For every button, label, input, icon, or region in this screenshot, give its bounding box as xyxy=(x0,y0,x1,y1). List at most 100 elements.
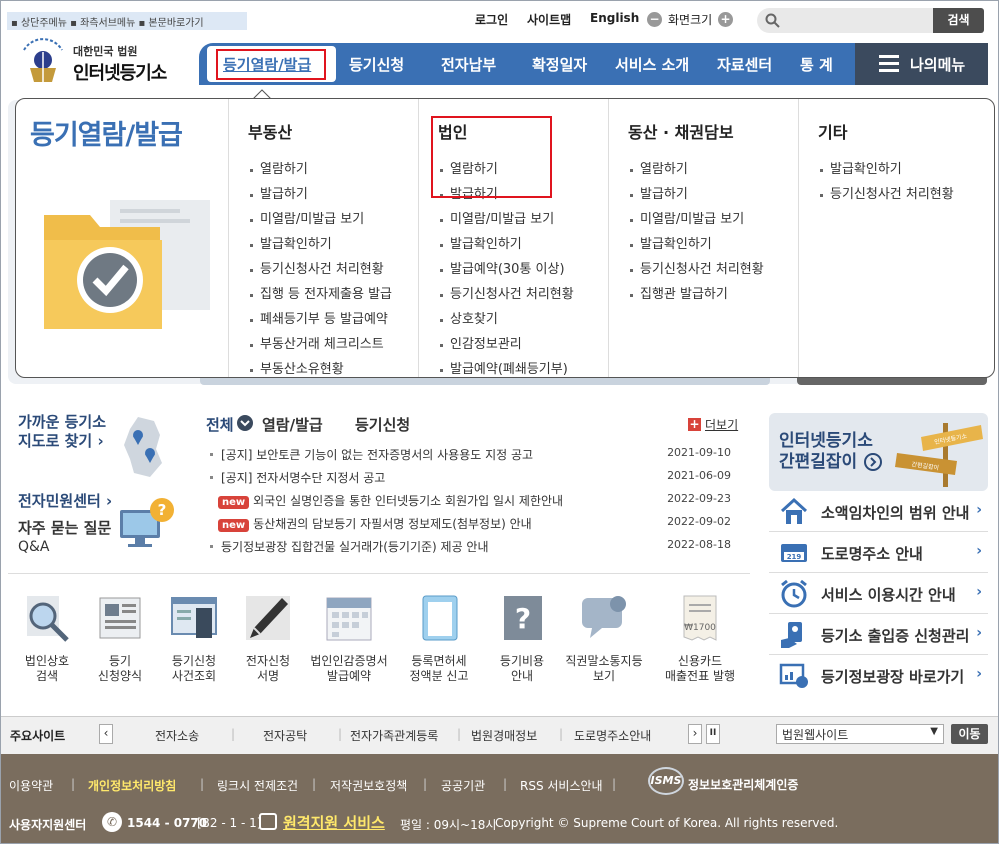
footer-link-terms[interactable]: 이용약관 xyxy=(9,777,53,794)
footer-link-rss[interactable]: RSS 서비스안내 xyxy=(520,777,603,794)
menu-link[interactable]: 등기신청사건 처리현황 xyxy=(248,257,418,282)
menu-link[interactable]: 미열람/미발급 보기 xyxy=(628,207,798,232)
site-link[interactable]: 전자공탁 xyxy=(263,727,307,744)
sites-prev-button[interactable]: ‹ xyxy=(99,724,113,744)
right-link-access-pass[interactable]: 등기소 출입증 신청관리 › xyxy=(769,614,988,655)
signpost-icon: 인터넷등기소 간편길잡이 xyxy=(895,423,983,487)
sites-next-button[interactable]: › xyxy=(688,724,702,744)
sites-pause-button[interactable]: II xyxy=(706,724,720,744)
footer-link-privacy[interactable]: 개인정보처리방침 xyxy=(88,777,176,794)
nav-item-service-intro[interactable]: 서비스 소개 xyxy=(615,54,689,75)
nearby-line-2: 지도로 찾기 › xyxy=(18,432,104,450)
menu-link[interactable]: 열람하기 xyxy=(628,157,798,182)
menu-link[interactable]: 집행관 발급하기 xyxy=(628,282,798,307)
court-sites-select[interactable]: 법원웹사이트 ▼ xyxy=(776,724,944,744)
more-link[interactable]: 더보기 xyxy=(705,416,738,433)
footer-link-public-agencies[interactable]: 공공기관 xyxy=(441,777,485,794)
menu-link[interactable]: 발급확인하기 xyxy=(248,232,418,257)
menu-link[interactable]: 발급예약(폐쇄등기부) xyxy=(438,357,608,382)
right-link-road-address[interactable]: 219 도로명주소 안내 › xyxy=(769,532,988,573)
civil-center-link[interactable]: 전자민원센터 › xyxy=(18,492,112,511)
tab-all[interactable]: 전체 xyxy=(206,414,234,435)
menu-link[interactable]: 발급확인하기 xyxy=(818,157,988,182)
notice-item[interactable]: new 동산채권의 담보등기 자필서명 정보제도(첨부정보) 안내 2022-09-… xyxy=(206,515,751,538)
menu-link[interactable]: 상호찾기 xyxy=(438,307,608,332)
svc-case-inquiry[interactable]: 등기신청 사건조회 xyxy=(159,592,229,684)
skip-links[interactable]: ▪ 상단주메뉴 ▪ 좌측서브메뉴 ▪ 본문바로가기 xyxy=(7,12,247,30)
menu-link[interactable]: 집행 등 전자제출용 발급 xyxy=(248,282,418,307)
search-button[interactable]: 검색 xyxy=(933,8,984,33)
menu-link[interactable]: 발급하기 xyxy=(628,182,798,207)
svc-seal-certificate[interactable]: 법인인감증명서 발급예약 xyxy=(306,592,392,684)
zoom-out-icon[interactable]: − xyxy=(647,12,662,27)
notice-title: 등기정보광장 집합건물 실거래가(등기기준) 제공 안내 xyxy=(221,540,489,554)
footer-link-link-conditions[interactable]: 링크시 전제조건 xyxy=(217,777,298,794)
menu-link[interactable]: 등기신청사건 처리현황 xyxy=(438,282,608,307)
logo-title[interactable]: 인터넷등기소 xyxy=(73,59,167,85)
tab-view-issue[interactable]: 열람/발급 xyxy=(262,414,323,435)
footer-link-copyright-policy[interactable]: 저작권보호정책 xyxy=(330,777,407,794)
menu-link[interactable]: 발급확인하기 xyxy=(438,232,608,257)
go-button[interactable]: 이동 xyxy=(951,724,988,744)
tab-application[interactable]: 등기신청 xyxy=(355,414,410,435)
menu-link[interactable]: 미열람/미발급 보기 xyxy=(438,207,608,232)
menu-link[interactable]: 인감정보관리 xyxy=(438,332,608,357)
search-input[interactable] xyxy=(757,8,933,33)
nav-item-view-issue[interactable]: 등기열람/발급 xyxy=(223,54,311,75)
menu-link[interactable]: 등기신청사건 처리현황 xyxy=(628,257,798,282)
menu-link[interactable]: 열람하기 xyxy=(248,157,418,182)
phone-icon: ✆ xyxy=(102,812,122,832)
site-link[interactable]: 법원경매정보 xyxy=(471,727,537,744)
easy-guide-banner[interactable]: 인터넷등기소 간편길잡이 인터넷등기소 간편길잡이 xyxy=(769,413,988,491)
faq-link[interactable]: 자주 묻는 질문 Q&A xyxy=(18,519,111,557)
chevron-down-icon[interactable] xyxy=(237,415,253,431)
zoom-in-icon[interactable]: + xyxy=(718,12,733,27)
svc-registration-tax[interactable]: 등록면허세 정액분 신고 xyxy=(404,592,474,684)
document-icon xyxy=(422,595,458,641)
svc-corp-name-search[interactable]: 법인상호 검색 xyxy=(12,592,82,684)
svc-card-receipt[interactable]: ₩1700 신용카드 매출전표 발행 xyxy=(660,592,740,684)
sitemap-link[interactable]: 사이트맵 xyxy=(527,11,571,28)
menu-link[interactable]: 부동산거래 체크리스트 xyxy=(248,332,418,357)
svc-e-signature[interactable]: 전자신청 서명 xyxy=(233,592,303,684)
menu-link[interactable]: 등기신청사건 처리현황 xyxy=(818,182,988,207)
separator: | xyxy=(559,727,564,741)
remote-support-link[interactable]: 원격지원 서비스 xyxy=(283,812,385,833)
my-menu-button[interactable]: 나의메뉴 xyxy=(855,43,988,85)
nearby-registry-link[interactable]: 가까운 등기소 지도로 찾기 › xyxy=(18,413,106,451)
svc-ex-officio-notice[interactable]: 직권말소통지등 보기 xyxy=(563,592,645,684)
notice-item[interactable]: new 외국인 실명인증을 통한 인터넷등기소 회원가입 일시 제한안내 2022-… xyxy=(206,492,751,515)
menu-link[interactable]: 발급확인하기 xyxy=(628,232,798,257)
site-link[interactable]: 도로명주소안내 xyxy=(574,727,651,744)
nav-item-data-center[interactable]: 자료센터 xyxy=(717,54,772,75)
svc-registry-cost[interactable]: ? 등기비용 안내 xyxy=(487,592,557,684)
svc-label: 신용카드 매출전표 발행 xyxy=(664,654,736,683)
chevron-right-icon: › xyxy=(976,666,982,682)
menu-link[interactable]: 부동산소유현황 xyxy=(248,357,418,382)
weekday-hours: 평일 : 09시~18시 xyxy=(400,818,497,832)
nav-item-payment[interactable]: 전자납부 xyxy=(441,54,496,75)
notice-item[interactable]: [공지] 보안토큰 기능이 없는 전자증명서의 사용용도 지정 공고 2021-0… xyxy=(206,446,751,469)
menu-link[interactable]: 발급예약(30통 이상) xyxy=(438,257,608,282)
menu-link[interactable]: 발급하기 xyxy=(248,182,418,207)
site-link[interactable]: 전자가족관계등록 xyxy=(350,727,438,744)
menu-link[interactable]: 미열람/미발급 보기 xyxy=(248,207,418,232)
site-link[interactable]: 전자소송 xyxy=(155,727,199,744)
notice-title: 외국인 실명인증을 통한 인터넷등기소 회원가입 일시 제한안내 xyxy=(253,494,564,508)
menu-link[interactable]: 폐쇄등기부 등 발급예약 xyxy=(248,307,418,332)
right-link-tenant-range[interactable]: 소액임차인의 범위 안내 › xyxy=(769,491,988,532)
nav-item-application[interactable]: 등기신청 xyxy=(349,54,404,75)
svc-registry-forms[interactable]: 등기 신청양식 xyxy=(85,592,155,684)
english-link[interactable]: English xyxy=(590,11,639,25)
notice-item[interactable]: 등기정보광장 집합건물 실거래가(등기기준) 제공 안내 2022-08-18 xyxy=(206,538,751,561)
right-link-service-hours[interactable]: 서비스 이용시간 안내 › xyxy=(769,573,988,614)
login-link[interactable]: 로그인 xyxy=(475,11,508,28)
notice-title: [공지] 보안토큰 기능이 없는 전자증명서의 사용용도 지정 공고 xyxy=(221,448,534,462)
svc-label: 등기 신청양식 xyxy=(97,654,143,683)
phone-note: [B2 - 1 - 1] xyxy=(197,816,262,830)
notice-item[interactable]: [공지] 전자서명수단 지정서 공고 2021-06-09 xyxy=(206,469,751,492)
logo-subtitle: 대한민국 법원 xyxy=(73,45,138,58)
nav-item-fixed-date[interactable]: 확정일자 xyxy=(532,54,587,75)
right-link-data-plaza[interactable]: 등기정보광장 바로가기 › xyxy=(769,655,988,696)
nav-item-statistics[interactable]: 통 계 xyxy=(800,54,833,75)
